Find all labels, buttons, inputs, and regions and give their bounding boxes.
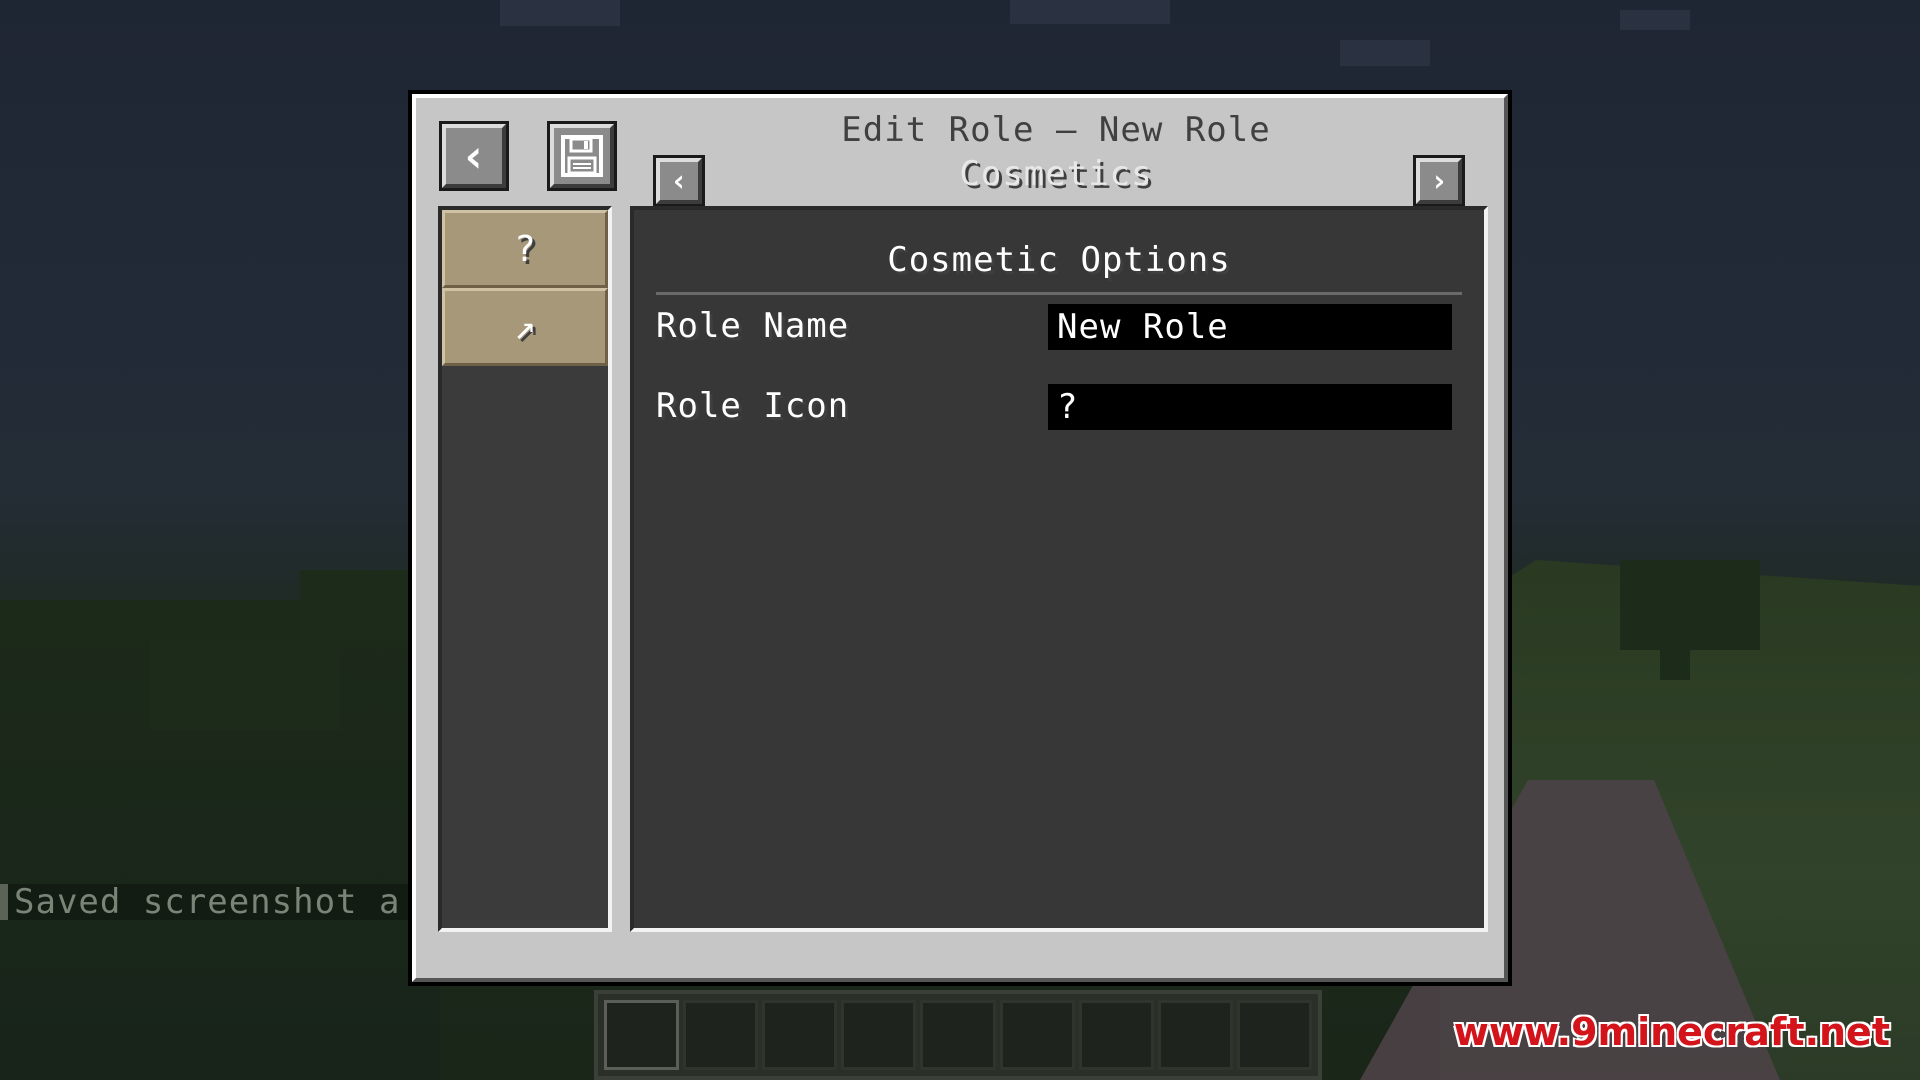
hotbar-slot[interactable] bbox=[1157, 1000, 1233, 1070]
divider bbox=[656, 292, 1462, 295]
back-arrow-icon: ‹ bbox=[460, 129, 488, 183]
options-panel: Cosmetic Options Role Name New Role Role… bbox=[630, 206, 1488, 932]
page-subtitle: Cosmetics bbox=[959, 154, 1153, 194]
hotbar-slot[interactable] bbox=[762, 1000, 838, 1070]
hotbar-slot[interactable] bbox=[1236, 1000, 1312, 1070]
back-button[interactable]: ‹ bbox=[439, 121, 509, 191]
section-title: Cosmetic Options bbox=[887, 240, 1231, 280]
pickaxe-icon: ↗ bbox=[514, 306, 536, 348]
role-icon-input[interactable]: ? bbox=[1048, 384, 1452, 430]
watermark: www.9minecraft.net bbox=[1453, 1010, 1890, 1054]
hotbar-slot[interactable] bbox=[1078, 1000, 1154, 1070]
role-name-label: Role Name bbox=[656, 306, 850, 346]
question-icon: ? bbox=[514, 228, 536, 270]
role-icon-label: Role Icon bbox=[656, 386, 850, 426]
hotbar-slot[interactable] bbox=[841, 1000, 917, 1070]
floppy-disk-icon bbox=[561, 135, 603, 177]
sidebar-item-general[interactable]: ? bbox=[442, 210, 608, 288]
chat-message: Saved screenshot a bbox=[0, 884, 434, 920]
chevron-right-icon: › bbox=[1429, 163, 1449, 199]
save-button[interactable] bbox=[547, 121, 617, 191]
next-page-button[interactable]: › bbox=[1413, 155, 1465, 207]
hotbar-slot[interactable] bbox=[683, 1000, 759, 1070]
chevron-left-icon: ‹ bbox=[669, 163, 689, 199]
role-name-input[interactable]: New Role bbox=[1048, 304, 1452, 350]
previous-page-button[interactable]: ‹ bbox=[653, 155, 705, 207]
hotbar-slot[interactable] bbox=[999, 1000, 1075, 1070]
edit-role-dialog: ‹ Edit Role — New Role Cosmetics ‹ › ? ↗… bbox=[412, 94, 1508, 982]
hotbar bbox=[594, 990, 1322, 1080]
dialog-title: Edit Role — New Role bbox=[841, 110, 1271, 150]
category-sidebar: ? ↗ bbox=[438, 206, 612, 932]
hotbar-slot[interactable] bbox=[604, 1000, 680, 1070]
hotbar-slot[interactable] bbox=[920, 1000, 996, 1070]
sidebar-item-cosmetics[interactable]: ↗ bbox=[442, 288, 608, 366]
